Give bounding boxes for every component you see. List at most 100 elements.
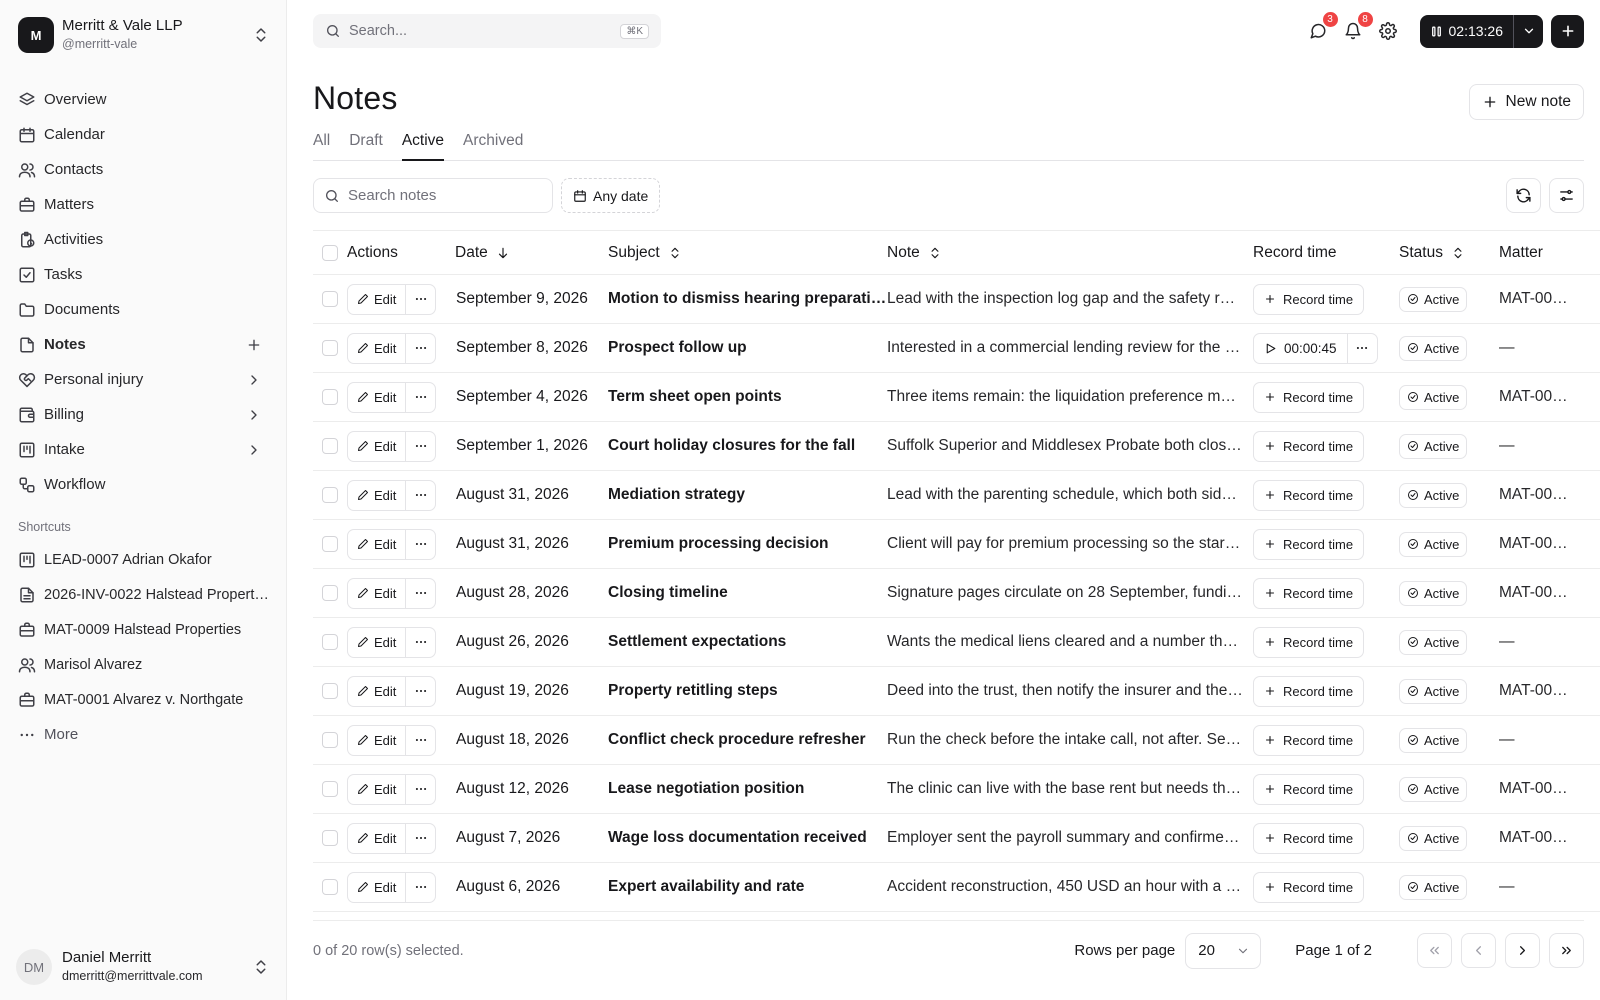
note-subject[interactable]: Prospect follow up <box>608 339 887 357</box>
record-time-button[interactable]: Record time <box>1253 283 1365 315</box>
tab-draft[interactable]: Draft <box>349 132 383 161</box>
table-row[interactable]: Edit August 6, 2026 Expert availability an… <box>313 863 1600 912</box>
row-checkbox[interactable] <box>322 438 338 454</box>
tab-archived[interactable]: Archived <box>463 132 523 161</box>
table-row[interactable]: Edit August 19, 2026 Property retitling st… <box>313 667 1600 716</box>
matter-link[interactable]: — <box>1499 437 1569 455</box>
matter-link[interactable]: MAT-0004 <box>1499 682 1569 700</box>
table-row[interactable]: Edit August 18, 2026 Conflict check proced… <box>313 716 1600 765</box>
row-more-button[interactable] <box>406 726 435 755</box>
sidebar-item-tasks[interactable]: Tasks <box>18 257 270 292</box>
org-switcher[interactable]: M Merritt & Vale LLP @merritt-vale <box>18 14 270 56</box>
matter-link[interactable]: MAT-0005 <box>1499 388 1569 406</box>
row-checkbox[interactable] <box>322 732 338 748</box>
edit-button[interactable]: Edit <box>348 823 407 853</box>
note-subject[interactable]: Term sheet open points <box>608 388 887 406</box>
timer-menu-button[interactable] <box>1513 14 1543 48</box>
row-checkbox[interactable] <box>322 879 338 895</box>
last-page-button[interactable] <box>1549 933 1584 968</box>
sidebar-item-personal-injury[interactable]: Personal injury <box>18 362 270 397</box>
settings-button[interactable] <box>1374 17 1402 45</box>
messages-button[interactable]: 3 <box>1304 11 1339 45</box>
prev-page-button[interactable] <box>1461 933 1496 968</box>
sidebar-item-documents[interactable]: Documents <box>18 292 270 327</box>
shortcut-item[interactable]: MAT-0001 Alvarez v. Northgate <box>18 682 270 717</box>
edit-button[interactable]: Edit <box>348 725 407 755</box>
sidebar-item-notes[interactable]: Notes <box>18 327 270 362</box>
sidebar-item-overview[interactable]: Overview <box>18 82 270 117</box>
timer-pause-button[interactable]: 02:13:26 <box>1420 15 1514 48</box>
table-row[interactable]: Edit September 4, 2026 Term sheet open poi… <box>313 373 1600 422</box>
sidebar-item-calendar[interactable]: Calendar <box>18 117 270 152</box>
record-time-button[interactable]: Record time <box>1253 381 1365 413</box>
timer-more-button[interactable] <box>1348 334 1377 363</box>
header-date[interactable]: Date <box>455 244 608 262</box>
tab-all[interactable]: All <box>313 132 330 161</box>
row-more-button[interactable] <box>406 873 435 902</box>
edit-button[interactable]: Edit <box>348 872 407 902</box>
table-row[interactable]: Edit September 9, 2026 Motion to dismiss h… <box>313 275 1600 324</box>
matter-link[interactable]: MAT-0001 <box>1499 290 1569 308</box>
rows-per-page-select[interactable]: 20 <box>1185 932 1262 969</box>
row-more-button[interactable] <box>406 481 435 510</box>
quick-add-button[interactable] <box>1551 14 1584 48</box>
header-subject[interactable]: Subject <box>608 244 887 262</box>
matter-link[interactable]: — <box>1499 339 1569 357</box>
sidebar-item-matters[interactable]: Matters <box>18 187 270 222</box>
table-row[interactable]: Edit August 26, 2026 Settlement expectatio… <box>313 618 1600 667</box>
sidebar-item-contacts[interactable]: Contacts <box>18 152 270 187</box>
row-more-button[interactable] <box>406 824 435 853</box>
row-checkbox[interactable] <box>322 781 338 797</box>
matter-link[interactable]: — <box>1499 633 1569 651</box>
note-subject[interactable]: Lease negotiation position <box>608 780 887 798</box>
note-subject[interactable]: Conflict check procedure refresher <box>608 731 887 749</box>
view-options-button[interactable] <box>1549 178 1584 213</box>
notes-search-input[interactable]: Search notes <box>313 178 553 213</box>
date-filter-button[interactable]: Any date <box>561 178 661 213</box>
table-row[interactable]: Edit September 8, 2026 Prospect follow up I… <box>313 324 1600 373</box>
header-note[interactable]: Note <box>887 244 1253 262</box>
note-subject[interactable]: Settlement expectations <box>608 633 887 651</box>
next-page-button[interactable] <box>1505 933 1540 968</box>
row-more-button[interactable] <box>406 383 435 412</box>
new-note-button[interactable]: New note <box>1468 84 1584 120</box>
row-more-button[interactable] <box>406 579 435 608</box>
note-subject[interactable]: Mediation strategy <box>608 486 887 504</box>
record-time-button[interactable]: Record time <box>1253 675 1365 707</box>
edit-button[interactable]: Edit <box>348 774 407 804</box>
record-time-button[interactable]: Record time <box>1253 528 1365 560</box>
note-subject[interactable]: Premium processing decision <box>608 535 887 553</box>
record-time-button[interactable]: Record time <box>1253 724 1365 756</box>
row-more-button[interactable] <box>406 628 435 657</box>
note-subject[interactable]: Court holiday closures for the fall <box>608 437 887 455</box>
matter-link[interactable]: MAT-0007 <box>1499 780 1569 798</box>
row-checkbox[interactable] <box>322 585 338 601</box>
edit-button[interactable]: Edit <box>348 480 407 510</box>
table-row[interactable]: Edit September 1, 2026 Court holiday closu… <box>313 422 1600 471</box>
record-time-button[interactable]: Record time <box>1253 871 1365 903</box>
record-time-button[interactable]: Record time <box>1253 773 1365 805</box>
header-status[interactable]: Status <box>1399 244 1499 262</box>
matter-link[interactable]: MAT-0006 <box>1499 535 1569 553</box>
sidebar-item-billing[interactable]: Billing <box>18 397 270 432</box>
refresh-button[interactable] <box>1506 178 1541 213</box>
notifications-button[interactable]: 8 <box>1339 11 1374 45</box>
row-checkbox[interactable] <box>322 683 338 699</box>
edit-button[interactable]: Edit <box>348 676 407 706</box>
select-all-checkbox[interactable] <box>322 244 338 261</box>
matter-link[interactable]: MAT-0003 <box>1499 486 1569 504</box>
record-time-button[interactable]: Record time <box>1253 577 1365 609</box>
matter-link[interactable]: — <box>1499 731 1569 749</box>
edit-button[interactable]: Edit <box>348 284 407 314</box>
sidebar-item-workflow[interactable]: Workflow <box>18 467 270 502</box>
note-subject[interactable]: Expert availability and rate <box>608 878 887 896</box>
row-more-button[interactable] <box>406 285 435 314</box>
shortcut-item[interactable]: Marisol Alvarez <box>18 647 270 682</box>
matter-link[interactable]: MAT-0009 <box>1499 584 1569 602</box>
edit-button[interactable]: Edit <box>348 431 407 461</box>
timer-play-button[interactable]: 00:00:45 <box>1254 333 1348 363</box>
note-subject[interactable]: Property retitling steps <box>608 682 887 700</box>
sidebar-item-intake[interactable]: Intake <box>18 432 270 467</box>
first-page-button[interactable] <box>1417 933 1452 968</box>
row-checkbox[interactable] <box>322 389 338 405</box>
